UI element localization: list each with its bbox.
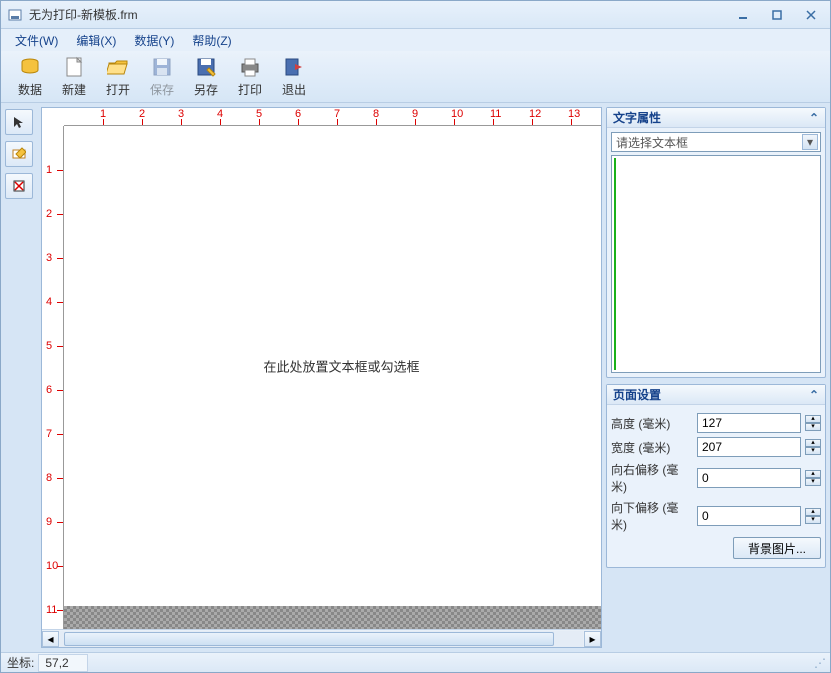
horizontal-ruler: 1234567891011121314 — [64, 108, 601, 126]
close-button[interactable] — [798, 7, 824, 23]
side-panels: 文字属性 ⌃ 请选择文本框 ▾ 页面设置 ⌃ 高度 (毫米) — [606, 107, 826, 648]
width-label: 宽度 (毫米) — [611, 439, 693, 456]
offset-x-spinner[interactable]: ▴▾ — [805, 470, 821, 486]
resize-grip[interactable]: ⋰ — [814, 656, 824, 670]
tool-data[interactable]: 数据 — [9, 52, 51, 101]
tool-exit[interactable]: 退出 — [273, 52, 315, 101]
horizontal-scrollbar[interactable]: ◂ ▸ — [42, 629, 601, 647]
scroll-thumb[interactable] — [64, 632, 554, 646]
menu-file[interactable]: 文件(W) — [7, 30, 66, 51]
coord-label: 坐标: — [7, 654, 34, 671]
vertical-ruler: 1234567891011 — [42, 126, 64, 629]
coord-value: 57,2 — [38, 654, 88, 672]
scroll-left-button[interactable]: ◂ — [42, 631, 59, 647]
page-settings-panel: 页面设置 ⌃ 高度 (毫米) ▴▾ 宽度 (毫米) ▴▾ 向右偏移 (毫米) ▴ — [606, 384, 826, 568]
textbox-tool[interactable] — [5, 141, 33, 167]
app-icon — [7, 7, 23, 23]
status-bar: 坐标: 57,2 ⋰ — [1, 652, 830, 672]
page-canvas[interactable]: 在此处放置文本框或勾选框 — [64, 126, 601, 606]
menu-edit[interactable]: 编辑(X) — [68, 30, 124, 51]
tool-save: 保存 — [141, 52, 183, 101]
menu-bar: 文件(W) 编辑(X) 数据(Y) 帮助(Z) — [1, 29, 830, 51]
new-file-icon — [62, 55, 86, 79]
offset-y-label: 向下偏移 (毫米) — [611, 499, 693, 533]
save-icon — [150, 55, 174, 79]
menu-data[interactable]: 数据(Y) — [126, 30, 182, 51]
text-properties-panel: 文字属性 ⌃ 请选择文本框 ▾ — [606, 107, 826, 378]
exit-icon — [282, 55, 306, 79]
offset-x-label: 向右偏移 (毫米) — [611, 461, 693, 495]
height-input[interactable] — [697, 413, 801, 433]
canvas-scroll[interactable]: 1234567891011121314 1234567891011 在此处放置文… — [42, 108, 601, 629]
height-label: 高度 (毫米) — [611, 415, 693, 432]
left-toolbox — [5, 107, 37, 648]
toolbar: 数据 新建 打开 保存 另存 打印 退出 — [1, 51, 830, 103]
text-preview — [611, 155, 821, 373]
outside-page-area — [64, 606, 601, 629]
width-spinner[interactable]: ▴▾ — [805, 439, 821, 455]
open-folder-icon — [106, 55, 130, 79]
width-input[interactable] — [697, 437, 801, 457]
tool-print[interactable]: 打印 — [229, 52, 271, 101]
tool-open[interactable]: 打开 — [97, 52, 139, 101]
maximize-button[interactable] — [764, 7, 790, 23]
printer-icon — [238, 55, 262, 79]
tool-saveas[interactable]: 另存 — [185, 52, 227, 101]
checkbox-tool[interactable] — [5, 173, 33, 199]
background-image-button[interactable]: 背景图片... — [733, 537, 821, 559]
dropdown-icon[interactable]: ▾ — [802, 134, 818, 150]
scroll-track[interactable] — [60, 631, 583, 647]
canvas-area: 1234567891011121314 1234567891011 在此处放置文… — [41, 107, 602, 648]
pointer-tool[interactable] — [5, 109, 33, 135]
window-controls — [730, 7, 824, 23]
scroll-right-button[interactable]: ▸ — [584, 631, 601, 647]
database-icon — [18, 55, 42, 79]
offset-x-input[interactable] — [697, 468, 801, 488]
textbox-select[interactable]: 请选择文本框 ▾ — [611, 132, 821, 152]
page-panel-header: 页面设置 ⌃ — [607, 385, 825, 405]
collapse-icon[interactable]: ⌃ — [809, 388, 819, 402]
collapse-icon[interactable]: ⌃ — [809, 111, 819, 125]
offset-y-input[interactable] — [697, 506, 801, 526]
tool-new[interactable]: 新建 — [53, 52, 95, 101]
minimize-button[interactable] — [730, 7, 756, 23]
title-bar: 无为打印-新模板.frm — [1, 1, 830, 29]
window-title: 无为打印-新模板.frm — [29, 6, 730, 23]
work-area: 1234567891011121314 1234567891011 在此处放置文… — [1, 103, 830, 652]
text-panel-header: 文字属性 ⌃ — [607, 108, 825, 128]
height-spinner[interactable]: ▴▾ — [805, 415, 821, 431]
offset-y-spinner[interactable]: ▴▾ — [805, 508, 821, 524]
saveas-icon — [194, 55, 218, 79]
canvas-hint: 在此处放置文本框或勾选框 — [263, 357, 419, 376]
menu-help[interactable]: 帮助(Z) — [184, 30, 239, 51]
cursor-bar — [614, 158, 616, 370]
